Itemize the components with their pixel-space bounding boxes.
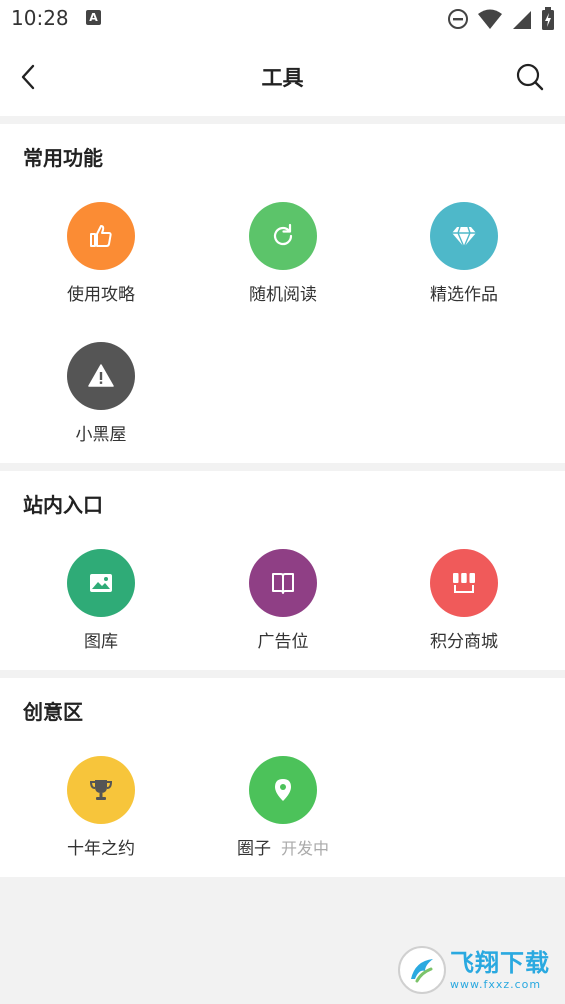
app-bar: 工具 [0,38,565,116]
item-label: 图库 [84,632,118,652]
status-time: 10:28 [11,6,69,30]
item-label: 精选作品 [430,285,498,305]
battery-icon [542,7,554,30]
tool-usage-guide[interactable]: 使用攻略 [21,202,181,305]
status-icons [447,7,555,31]
diamond-icon [430,202,498,270]
signal-icon [513,11,531,29]
notification-icon: A [86,10,101,25]
search-icon[interactable] [513,60,547,94]
item-label: 圈子 [236,839,271,859]
shop-icon [430,549,498,617]
item-label: 随机阅读 [249,285,317,305]
tool-random-read[interactable]: 随机阅读 [203,202,363,305]
tool-ad-slot[interactable]: 广告位 [203,549,363,652]
status-bar: 10:28 A [0,0,565,38]
item-label-row: 圈子 开发中 [203,834,363,859]
refresh-icon [249,202,317,270]
watermark-text: 飞翔下载 www.fxxz.com [450,951,550,990]
tool-ten-year-pact[interactable]: 十年之约 [21,756,181,859]
thumbs-up-icon [67,202,135,270]
section-title: 创意区 [23,700,83,724]
watermark: 飞翔下载 www.fxxz.com [398,944,554,996]
page-title: 工具 [261,66,304,90]
item-label: 广告位 [257,632,309,652]
tool-black-room[interactable]: 小黑屋 [21,342,181,445]
warning-icon [67,342,135,410]
tool-featured-works[interactable]: 精选作品 [384,202,544,305]
wifi-icon [478,9,502,29]
item-label: 积分商城 [430,632,498,652]
do-not-disturb-icon [448,9,468,29]
item-label: 小黑屋 [75,425,127,445]
watermark-en: www.fxxz.com [450,977,542,991]
trophy-icon [67,756,135,824]
tool-circle[interactable]: 圈子 开发中 [203,756,363,859]
in-development-badge: 开发中 [280,839,329,858]
section-title: 常用功能 [23,146,103,170]
section-creative-zone: 创意区 十年之约 圈子 开发中 [0,678,565,877]
tool-points-mall[interactable]: 积分商城 [384,549,544,652]
item-label: 十年之约 [67,839,135,859]
section-common-functions: 常用功能 使用攻略 随机阅读 精选作品 小黑屋 [0,124,565,463]
tool-gallery[interactable]: 图库 [21,549,181,652]
section-title: 站内入口 [23,493,103,517]
watermark-cn: 飞翔下载 [450,948,550,977]
image-icon [67,549,135,617]
location-pin-icon [249,756,317,824]
watermark-logo-icon [398,946,446,994]
item-label: 使用攻略 [67,285,135,305]
book-icon [249,549,317,617]
section-site-entries: 站内入口 图库 广告位 积分商城 [0,471,565,670]
